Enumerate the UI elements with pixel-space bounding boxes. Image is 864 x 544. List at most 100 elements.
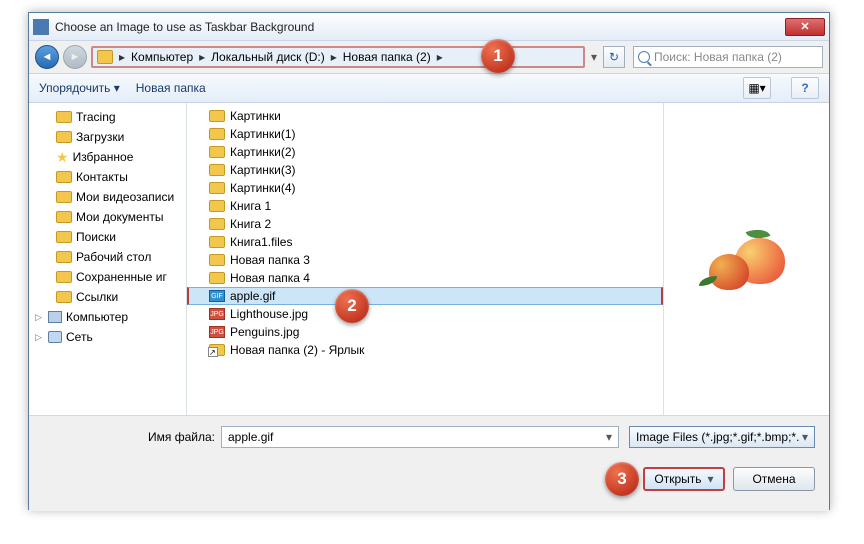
tree-item[interactable]: Поиски — [29, 227, 186, 247]
file-item[interactable]: JPG Penguins.jpg — [187, 323, 663, 341]
view-mode-button[interactable]: ▦▾ — [743, 77, 771, 99]
breadcrumb-separator: ▸ — [329, 50, 339, 64]
file-item[interactable]: Новая папка (2) - Ярлык — [187, 341, 663, 359]
file-name: Картинки — [230, 109, 281, 123]
content-area: Tracing Загрузки ★ИзбранноеКонтакты Мои вид… — [29, 103, 829, 415]
breadcrumb-segment[interactable]: Локальный диск (D:) — [207, 50, 329, 64]
folder-icon — [56, 251, 72, 263]
file-item[interactable]: Новая папка 3 — [187, 251, 663, 269]
folder-icon — [209, 254, 225, 266]
tree-item-label: Компьютер — [66, 310, 128, 324]
file-name: Книга1.files — [230, 235, 292, 249]
file-item[interactable]: Картинки — [187, 107, 663, 125]
folder-icon — [209, 128, 225, 140]
refresh-button[interactable]: ↻ — [603, 46, 625, 68]
file-item[interactable]: Книга1.files — [187, 233, 663, 251]
file-item[interactable]: Книга 1 — [187, 197, 663, 215]
annotation-badge-3: 3 — [605, 462, 639, 496]
folder-icon — [97, 50, 113, 64]
preview-pane — [663, 103, 829, 415]
folder-icon — [56, 131, 72, 143]
search-icon — [638, 51, 650, 63]
search-input[interactable]: Поиск: Новая папка (2) — [633, 46, 823, 68]
folder-icon — [209, 164, 225, 176]
folder-icon — [209, 182, 225, 194]
file-item[interactable]: Картинки(3) — [187, 161, 663, 179]
jpg-file-icon: JPG — [209, 326, 225, 338]
file-name: Книга 1 — [230, 199, 271, 213]
tree-item[interactable]: Мои видеозаписи — [29, 187, 186, 207]
nav-back-button[interactable]: ◄ — [35, 45, 59, 69]
file-item[interactable]: JPG Lighthouse.jpg — [187, 305, 663, 323]
folder-icon — [209, 218, 225, 230]
annotation-badge-1: 1 — [481, 39, 515, 73]
expand-icon[interactable]: ▷ — [35, 312, 44, 323]
open-button[interactable]: Открыть ▾ — [643, 467, 725, 491]
tree-item[interactable]: Сохраненные иг — [29, 267, 186, 287]
file-name: Картинки(2) — [230, 145, 296, 159]
titlebar: Choose an Image to use as Taskbar Backgr… — [29, 13, 829, 41]
file-item[interactable]: Новая папка 4 — [187, 269, 663, 287]
tree-item-label: Сеть — [66, 330, 93, 344]
file-name: Lighthouse.jpg — [230, 307, 308, 321]
file-item[interactable]: Картинки(2) — [187, 143, 663, 161]
app-icon — [33, 19, 49, 35]
file-item[interactable]: Картинки(4) — [187, 179, 663, 197]
network-icon — [48, 331, 62, 343]
file-name: Новая папка 4 — [230, 271, 310, 285]
breadcrumb-separator: ▸ — [197, 50, 207, 64]
folder-icon — [209, 200, 225, 212]
tree-item-label: Загрузки — [76, 130, 124, 144]
folder-icon — [56, 111, 72, 123]
tree-item-label: Мои видеозаписи — [76, 190, 174, 204]
folder-icon — [209, 110, 225, 122]
nav-row: ◄ ► ▸ Компьютер ▸ Локальный диск (D:) ▸ … — [29, 41, 829, 73]
jpg-file-icon: JPG — [209, 308, 225, 320]
tree-item[interactable]: Контакты — [29, 167, 186, 187]
computer-icon — [48, 311, 62, 323]
tree-item-label: Избранное — [73, 150, 134, 164]
close-button[interactable]: ✕ — [785, 18, 825, 36]
filename-input[interactable]: apple.gif▾ — [221, 426, 619, 448]
tree-item-label: Поиски — [76, 230, 116, 244]
folder-icon — [209, 236, 225, 248]
tree-item[interactable]: ▷ Сеть — [29, 327, 186, 347]
filename-label: Имя файла: — [43, 430, 215, 444]
file-name: Картинки(3) — [230, 163, 296, 177]
folder-icon — [56, 291, 72, 303]
new-folder-button[interactable]: Новая папка — [136, 81, 206, 95]
filetype-filter[interactable]: Image Files (*.jpg;*.gif;*.bmp;*.▾ — [629, 426, 815, 448]
file-name: Penguins.jpg — [230, 325, 299, 339]
folder-icon — [56, 211, 72, 223]
toolbar: Упорядочить ▾ Новая папка ▦▾ ? — [29, 73, 829, 103]
window-title: Choose an Image to use as Taskbar Backgr… — [55, 20, 785, 34]
file-name: Картинки(1) — [230, 127, 296, 141]
expand-icon[interactable]: ▷ — [35, 332, 44, 343]
help-button[interactable]: ? — [791, 77, 819, 99]
organize-button[interactable]: Упорядочить ▾ — [39, 81, 120, 95]
file-open-dialog: Choose an Image to use as Taskbar Backgr… — [28, 12, 830, 510]
folder-icon — [209, 146, 225, 158]
breadcrumb-segment[interactable]: Новая папка (2) — [339, 50, 435, 64]
tree-item[interactable]: Мои документы — [29, 207, 186, 227]
tree-item[interactable]: Рабочий стол — [29, 247, 186, 267]
file-list[interactable]: 2 КартинкиКартинки(1)Картинки(2)Картинки… — [187, 103, 663, 415]
tree-item[interactable]: Tracing — [29, 107, 186, 127]
nav-forward-button[interactable]: ► — [63, 45, 87, 69]
dropdown-arrow-icon[interactable]: ▾ — [589, 50, 599, 64]
tree-item-label: Tracing — [76, 110, 116, 124]
tree-item[interactable]: Загрузки — [29, 127, 186, 147]
file-name: Картинки(4) — [230, 181, 296, 195]
tree-item[interactable]: Ссылки — [29, 287, 186, 307]
nav-tree[interactable]: Tracing Загрузки ★ИзбранноеКонтакты Мои вид… — [29, 103, 187, 415]
dialog-footer: Имя файла: apple.gif▾ Image Files (*.jpg… — [29, 415, 829, 511]
file-item[interactable]: GIFapple.gif — [187, 287, 663, 305]
file-item[interactable]: Книга 2 — [187, 215, 663, 233]
file-item[interactable]: Картинки(1) — [187, 125, 663, 143]
folder-icon — [56, 231, 72, 243]
tree-item[interactable]: ★Избранное — [29, 147, 186, 167]
tree-item[interactable]: ▷ Компьютер — [29, 307, 186, 327]
file-name: Новая папка 3 — [230, 253, 310, 267]
breadcrumb-segment[interactable]: Компьютер — [127, 50, 197, 64]
cancel-button[interactable]: Отмена — [733, 467, 815, 491]
